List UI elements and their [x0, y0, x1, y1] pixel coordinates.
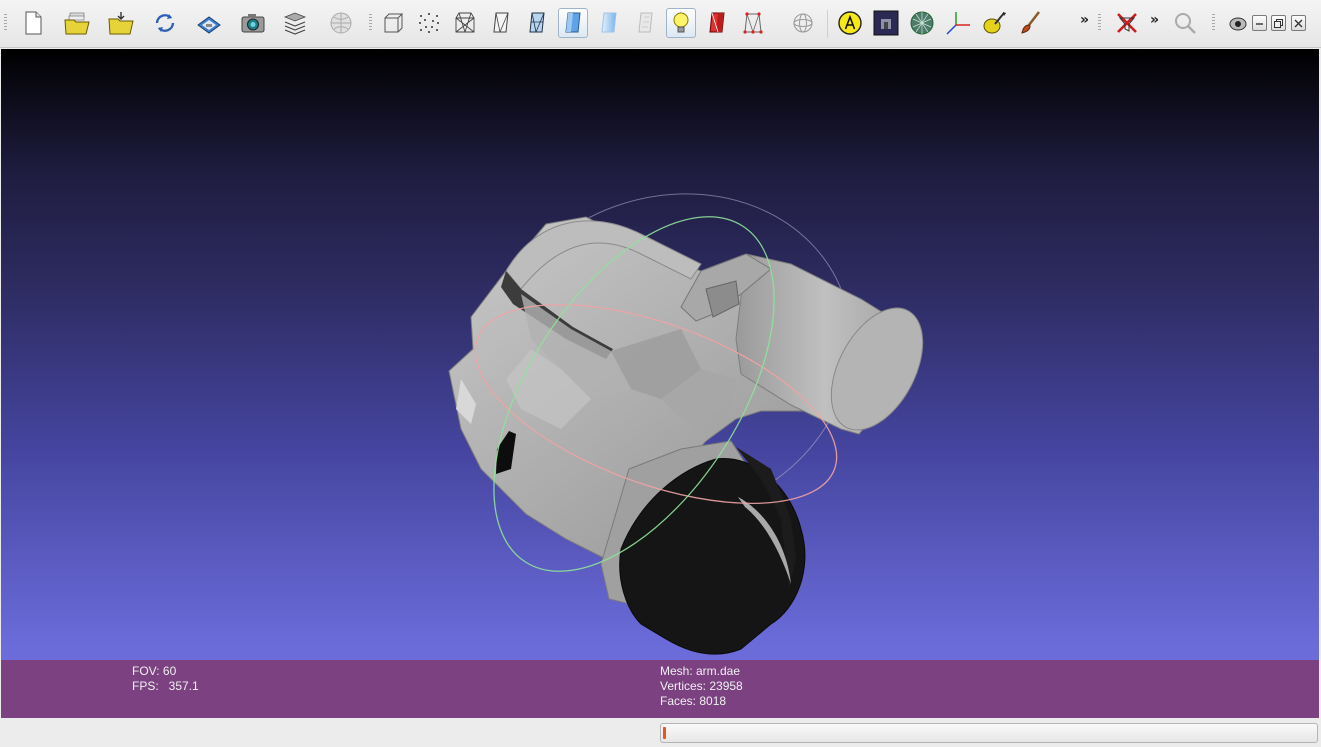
globe-disabled-icon [330, 12, 352, 34]
faces-readout: Faces: 8018 [660, 694, 727, 708]
mesh-render [448, 193, 924, 655]
texture-icon [638, 12, 653, 33]
wireframe-button[interactable] [450, 8, 480, 38]
disable-filter-button[interactable] [1112, 8, 1142, 38]
main-toolbar: » » [0, 0, 1321, 48]
save-snapshot-button[interactable] [194, 8, 224, 38]
save-snapshot-icon [197, 16, 221, 34]
annotation-icon [838, 11, 862, 35]
light-button[interactable] [666, 8, 696, 38]
eye-button[interactable] [1222, 8, 1252, 38]
toolbar-grip[interactable] [369, 14, 372, 32]
color-edit-button[interactable] [979, 8, 1009, 38]
import-mesh-icon [108, 12, 134, 35]
window-minimize-icon [1256, 22, 1263, 25]
backface-button[interactable] [702, 8, 732, 38]
search-button[interactable] [1170, 8, 1200, 38]
color-edit-icon [983, 12, 1006, 34]
texture-button[interactable] [630, 8, 660, 38]
new-project-icon [25, 11, 42, 35]
camera-icon [241, 14, 265, 33]
layers-button[interactable] [280, 8, 310, 38]
bounding-box-icon [384, 13, 404, 33]
trackball-icon [793, 13, 813, 33]
toolbar-grip[interactable] [1098, 14, 1101, 32]
window-restore-icon [1274, 18, 1283, 28]
eye-icon [1229, 17, 1247, 31]
axes-button[interactable] [943, 8, 973, 38]
points-button[interactable] [414, 8, 444, 38]
backface-icon [709, 12, 725, 33]
paint-brush-icon [1021, 11, 1040, 34]
info-panel: FOV: 60 FPS: 357.1 Mesh: arm.dae Vertice… [1, 660, 1319, 718]
hidden-lines-button[interactable] [486, 8, 516, 38]
light-bulb-icon [673, 12, 689, 33]
fps-readout: FPS: 357.1 [132, 679, 199, 693]
disable-filter-icon [1117, 13, 1137, 33]
search-icon [1175, 13, 1196, 34]
fov-readout: FOV: 60 [132, 664, 177, 678]
mesh-name-readout: Mesh: arm.dae [660, 664, 741, 678]
toolbar-extension-arrow[interactable]: » [1080, 12, 1089, 28]
axes-icon [946, 12, 970, 35]
window-restore-button[interactable] [1271, 15, 1286, 31]
reload-icon [155, 14, 175, 32]
hidden-lines-icon [493, 12, 509, 33]
window-minimize-button[interactable] [1252, 15, 1267, 31]
progress-indicator [663, 727, 666, 739]
flat-shading-button[interactable] [558, 8, 588, 38]
annotation-button[interactable] [835, 8, 865, 38]
vertex-normals-button[interactable] [738, 8, 768, 38]
smooth-shading-button[interactable] [594, 8, 624, 38]
flat-shading-icon [565, 12, 581, 33]
trackball-button[interactable] [788, 8, 818, 38]
paint-brush-button[interactable] [1015, 8, 1045, 38]
3d-viewport[interactable] [1, 49, 1319, 718]
vertex-normals-icon [743, 12, 763, 34]
toolbar-grip[interactable] [4, 14, 7, 32]
globe-button[interactable] [326, 8, 356, 38]
bounding-box-button[interactable] [378, 8, 408, 38]
background-image-button[interactable] [871, 8, 901, 38]
sphere-render-button[interactable] [907, 8, 937, 38]
sphere-render-icon [910, 11, 934, 35]
new-project-button[interactable] [18, 8, 48, 38]
points-icon [419, 13, 439, 33]
flat-lines-icon [529, 12, 545, 33]
smooth-shading-icon [601, 12, 617, 33]
background-image-icon [873, 10, 899, 36]
flat-lines-button[interactable] [522, 8, 552, 38]
progress-bar [660, 723, 1318, 743]
open-project-icon [64, 12, 90, 35]
import-mesh-button[interactable] [106, 8, 136, 38]
vertices-readout: Vertices: 23958 [660, 679, 743, 693]
toolbar-separator [827, 10, 828, 38]
camera-button[interactable] [238, 8, 268, 38]
window-close-button[interactable] [1291, 15, 1306, 31]
toolbar-grip[interactable] [1212, 14, 1215, 32]
wireframe-icon [455, 12, 475, 33]
open-project-button[interactable] [62, 8, 92, 38]
toolbar-extension-arrow[interactable]: » [1150, 12, 1159, 28]
window-close-icon [1294, 19, 1303, 27]
reload-button[interactable] [150, 8, 180, 38]
status-bar [0, 719, 1321, 747]
layers-icon [283, 12, 307, 35]
